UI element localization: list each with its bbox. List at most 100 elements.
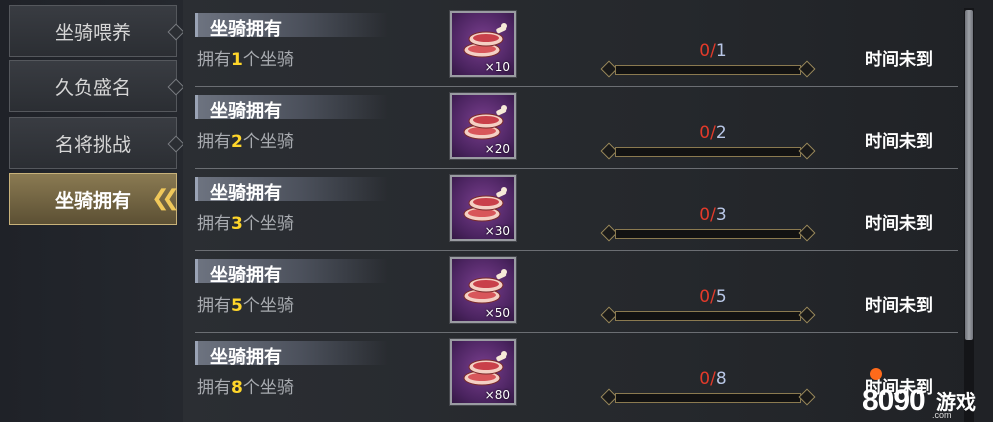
sidebar: 坐骑喂养 久负盛名 名将挑战 坐骑拥有 ❮❮ [0, 0, 185, 422]
bar-cap-right-icon [798, 224, 816, 242]
progress-track [615, 229, 801, 239]
progress-total: 5 [715, 287, 727, 307]
scrollbar-thumb[interactable] [965, 10, 973, 340]
desc-prefix: 拥有 [197, 132, 231, 152]
diamond-ornament-icon [167, 23, 185, 41]
row-title: 坐骑拥有 [210, 347, 282, 368]
progress-track [615, 65, 801, 75]
progress-label: 0/8 [683, 369, 743, 389]
diamond-ornament-icon [167, 135, 185, 153]
watermark-sub: .com [932, 410, 952, 420]
reward-item-slot[interactable]: ×30 [449, 174, 517, 242]
meat-icon [463, 351, 507, 386]
progress-bar [600, 142, 816, 160]
desc-suffix: 个坐骑 [242, 132, 294, 152]
progress-label: 0/1 [683, 41, 743, 61]
row-title: 坐骑拥有 [210, 265, 282, 286]
desc-number: 1 [231, 50, 243, 70]
row-title: 坐骑拥有 [210, 183, 282, 204]
sidebar-item-renown[interactable]: 久负盛名 [9, 60, 185, 112]
sidebar-item-general-challenge[interactable]: 名将挑战 [9, 117, 185, 169]
watermark-digits: 8090 [862, 384, 926, 417]
progress-bar [600, 224, 816, 242]
reward-quantity: ×80 [484, 388, 510, 402]
status-label: 时间未到 [865, 296, 933, 316]
desc-suffix: 个坐骑 [242, 378, 294, 398]
sidebar-item-label: 坐骑喂养 [54, 21, 131, 44]
achievement-row: 坐骑拥有 拥有2个坐骑 ×20 0/2 时间未到 [183, 87, 958, 169]
desc-number: 8 [231, 378, 243, 398]
meat-icon [463, 23, 507, 58]
meat-icon [463, 105, 507, 140]
progress-current: 0 [699, 287, 711, 307]
logo-dot-icon [870, 368, 882, 380]
row-description: 拥有1个坐骑 [197, 45, 294, 70]
desc-suffix: 个坐骑 [242, 50, 294, 70]
bar-cap-right-icon [798, 60, 816, 78]
row-title-bar: 坐骑拥有 [195, 95, 388, 122]
status-label: 时间未到 [865, 214, 933, 234]
desc-prefix: 拥有 [197, 214, 231, 234]
progress-total: 8 [715, 369, 727, 389]
progress-bar [600, 306, 816, 324]
progress-track [615, 393, 801, 403]
desc-prefix: 拥有 [197, 378, 231, 398]
bar-cap-right-icon [798, 306, 816, 324]
desc-number: 5 [231, 296, 243, 316]
progress-current: 0 [699, 205, 711, 225]
row-title: 坐骑拥有 [210, 101, 282, 122]
row-title-bar: 坐骑拥有 [195, 177, 388, 204]
row-description: 拥有3个坐骑 [197, 209, 294, 234]
reward-item-slot[interactable]: ×20 [449, 92, 517, 160]
diamond-ornament-icon [167, 78, 185, 96]
status-label: 时间未到 [865, 50, 933, 70]
progress-track [615, 311, 801, 321]
reward-quantity: ×20 [484, 142, 510, 156]
progress-label: 0/2 [683, 123, 743, 143]
status-label: 时间未到 [865, 132, 933, 152]
progress-current: 0 [699, 369, 711, 389]
bar-cap-right-icon [798, 388, 816, 406]
progress-bar [600, 388, 816, 406]
reward-item-slot[interactable]: ×50 [449, 256, 517, 324]
row-description: 拥有5个坐骑 [197, 291, 294, 316]
site-watermark-logo: 8090 游戏 .com [862, 366, 990, 422]
achievement-row: 坐骑拥有 拥有8个坐骑 ×80 0/8 时间未到 [183, 333, 958, 415]
sidebar-item-label: 名将挑战 [54, 133, 131, 156]
progress-label: 0/3 [683, 205, 743, 225]
desc-prefix: 拥有 [197, 296, 231, 316]
progress-track [615, 147, 801, 157]
row-title-bar: 坐骑拥有 [195, 259, 388, 286]
sidebar-item-mount-ownership[interactable]: 坐骑拥有 ❮❮ [9, 173, 180, 225]
desc-suffix: 个坐骑 [242, 296, 294, 316]
progress-total: 1 [715, 41, 727, 61]
desc-number: 2 [231, 132, 243, 152]
desc-number: 3 [231, 214, 243, 234]
meat-icon [463, 187, 507, 222]
row-title-bar: 坐骑拥有 [195, 13, 388, 40]
bar-cap-right-icon [798, 142, 816, 160]
desc-suffix: 个坐骑 [242, 214, 294, 234]
reward-quantity: ×50 [484, 306, 510, 320]
achievement-list: 坐骑拥有 拥有1个坐骑 ×10 0/1 时间未到 坐骑拥有 拥有2个坐骑 ×20… [183, 0, 993, 422]
chevron-left-icon: ❮❮ [151, 186, 180, 211]
progress-total: 3 [715, 205, 727, 225]
progress-current: 0 [699, 123, 711, 143]
meat-icon [463, 269, 507, 304]
progress-bar [600, 60, 816, 78]
row-title: 坐骑拥有 [210, 19, 282, 40]
row-title-bar: 坐骑拥有 [195, 341, 388, 368]
sidebar-item-label: 久负盛名 [54, 76, 131, 99]
sidebar-item-label: 坐骑拥有 [54, 189, 131, 212]
progress-current: 0 [699, 41, 711, 61]
progress-label: 0/5 [683, 287, 743, 307]
sidebar-item-mount-feeding[interactable]: 坐骑喂养 [9, 5, 185, 57]
row-description: 拥有2个坐骑 [197, 127, 294, 152]
reward-item-slot[interactable]: ×10 [449, 10, 517, 78]
progress-total: 2 [715, 123, 727, 143]
desc-prefix: 拥有 [197, 50, 231, 70]
reward-quantity: ×30 [484, 224, 510, 238]
achievement-row: 坐骑拥有 拥有1个坐骑 ×10 0/1 时间未到 [183, 5, 958, 87]
reward-item-slot[interactable]: ×80 [449, 338, 517, 406]
achievement-row: 坐骑拥有 拥有5个坐骑 ×50 0/5 时间未到 [183, 251, 958, 333]
